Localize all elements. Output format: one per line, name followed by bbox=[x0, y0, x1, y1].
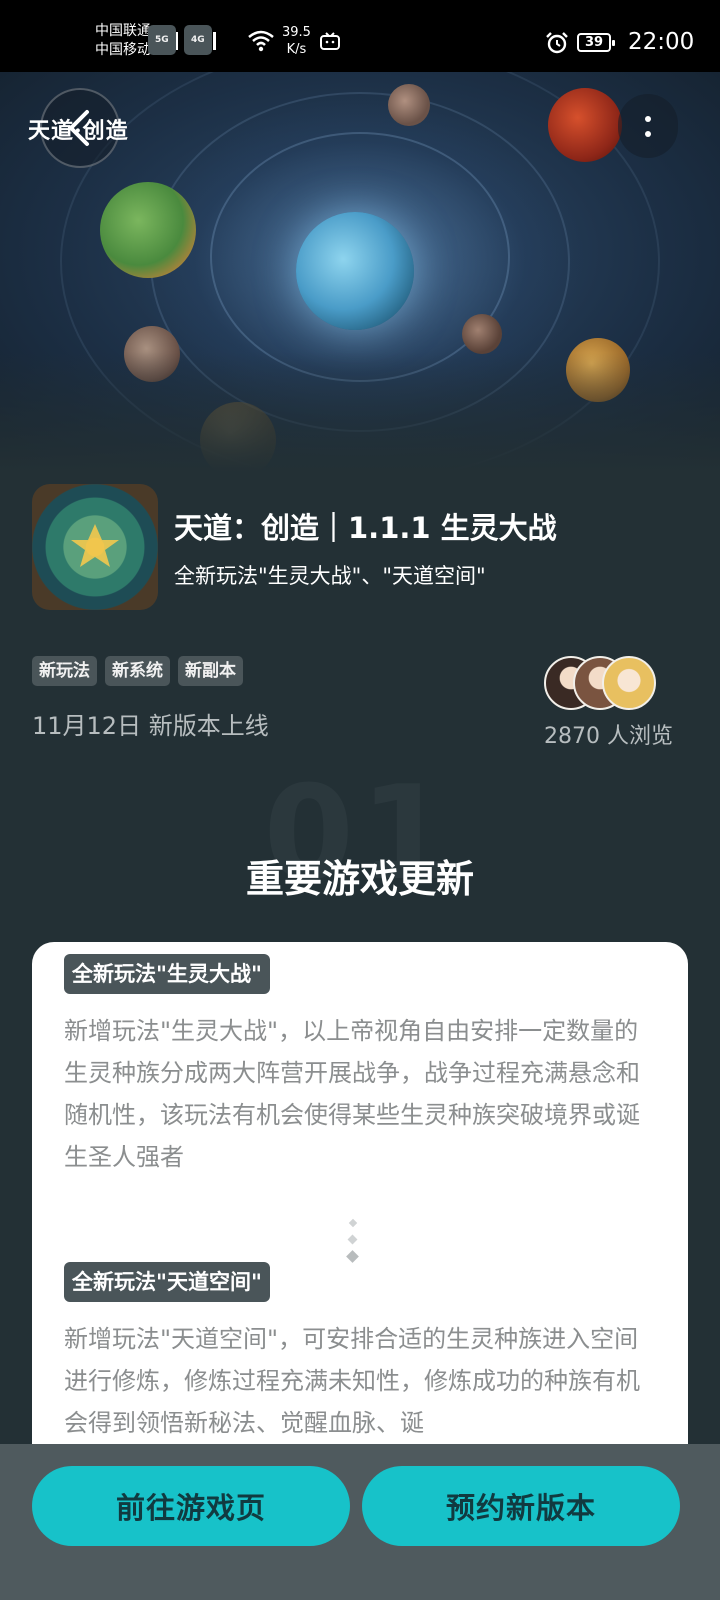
signal-4g-icon: 4G bbox=[184, 25, 216, 55]
tag-new-gameplay: 新玩法 bbox=[32, 656, 97, 686]
bottom-action-bar: 前往游戏页 预约新版本 bbox=[0, 1444, 720, 1600]
divider-icon bbox=[346, 1218, 360, 1266]
alarm-icon bbox=[546, 32, 568, 54]
release-date: 11月12日 新版本上线 bbox=[32, 712, 269, 740]
tag-new-dungeon: 新副本 bbox=[178, 656, 243, 686]
status-bar: 中国联通 中国移动 5G 4G 39.5 K/s 39 22:00 bbox=[0, 0, 720, 72]
game-subtitle: 全新玩法"生灵大战"、"天道空间" bbox=[174, 564, 486, 588]
central-planet-image bbox=[296, 212, 414, 330]
carrier-2: 中国移动 bbox=[95, 42, 151, 58]
game-title: 天道：创造｜1.1.1 生灵大战 bbox=[174, 511, 557, 545]
battery-indicator: 39 bbox=[577, 33, 615, 52]
carrier-1: 中国联通 bbox=[95, 23, 151, 39]
network-speed: 39.5 K/s bbox=[282, 25, 311, 57]
tv-icon bbox=[320, 32, 340, 50]
reserve-new-version-button[interactable]: 预约新版本 bbox=[362, 1466, 680, 1546]
goto-game-page-button[interactable]: 前往游戏页 bbox=[32, 1466, 350, 1546]
section-title: 重要游戏更新 bbox=[245, 857, 474, 901]
view-count: 2870 人浏览 bbox=[544, 724, 673, 749]
avatar bbox=[602, 656, 656, 710]
game-logo: 天道·创造 bbox=[28, 118, 129, 144]
feature-label: 全新玩法"生灵大战" bbox=[64, 954, 270, 994]
carrier-names: 中国联通 中国移动 bbox=[95, 22, 151, 60]
tag-new-system: 新系统 bbox=[105, 656, 170, 686]
feature-description: 新增玩法"天道空间"，可安排合适的生灵种族进入空间进行修炼，修炼过程充满未知性，… bbox=[64, 1325, 640, 1437]
viewer-avatars bbox=[544, 656, 656, 710]
more-vertical-icon bbox=[645, 115, 651, 122]
more-options-button[interactable] bbox=[618, 94, 678, 158]
signal-icons: 5G 4G bbox=[148, 25, 216, 55]
feature-label: 全新玩法"天道空间" bbox=[64, 1262, 270, 1302]
wifi-icon bbox=[248, 30, 274, 52]
signal-5g-icon: 5G bbox=[148, 25, 178, 55]
feature-description: 新增玩法"生灵大战"，以上帝视角自由安排一定数量的生灵种族分成两大阵营开展战争，… bbox=[64, 1017, 640, 1171]
clock: 22:00 bbox=[628, 29, 695, 55]
game-app-icon bbox=[32, 484, 158, 610]
lotus-icon bbox=[71, 524, 119, 567]
tag-list: 新玩法 新系统 新副本 bbox=[32, 656, 243, 686]
